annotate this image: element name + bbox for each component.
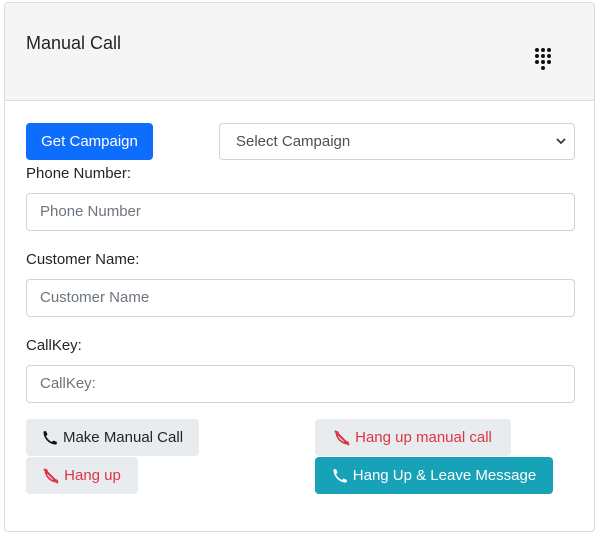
dialpad-icon[interactable] [535,48,553,72]
card-title: Manual Call [26,33,122,53]
manual-call-card: Manual Call Get Campaign Select Campaign… [4,2,595,532]
phone-icon [43,430,57,445]
hang-up-manual-call-button[interactable]: Hang up manual call [315,419,511,456]
phone-slash-icon [334,429,350,446]
hang-up-leave-message-label: Hang Up & Leave Message [352,467,537,484]
hang-up-leave-message-button[interactable]: Hang Up & Leave Message [315,457,553,494]
customer-name-label: Customer Name: [26,251,140,268]
phone-icon [333,468,347,483]
callkey-input[interactable]: CallKey: [26,365,575,403]
make-manual-call-label: Make Manual Call [62,429,184,446]
callkey-label: CallKey: [26,337,82,354]
hang-up-label: Hang up [64,467,121,484]
card-header: Manual Call [5,3,594,101]
get-campaign-button[interactable]: Get Campaign [26,123,153,160]
hang-up-manual-call-label: Hang up manual call [355,429,492,446]
hang-up-button[interactable]: Hang up [26,457,138,494]
phone-slash-icon [43,467,59,484]
phone-input[interactable]: Phone Number [26,193,575,231]
phone-label: Phone Number: [26,165,132,182]
chevron-down-icon [556,138,566,145]
customer-name-input[interactable]: Customer Name [26,279,575,317]
campaign-select-value: Select Campaign [236,133,351,150]
campaign-select[interactable]: Select Campaign [219,123,575,160]
make-manual-call-button[interactable]: Make Manual Call [26,419,199,456]
